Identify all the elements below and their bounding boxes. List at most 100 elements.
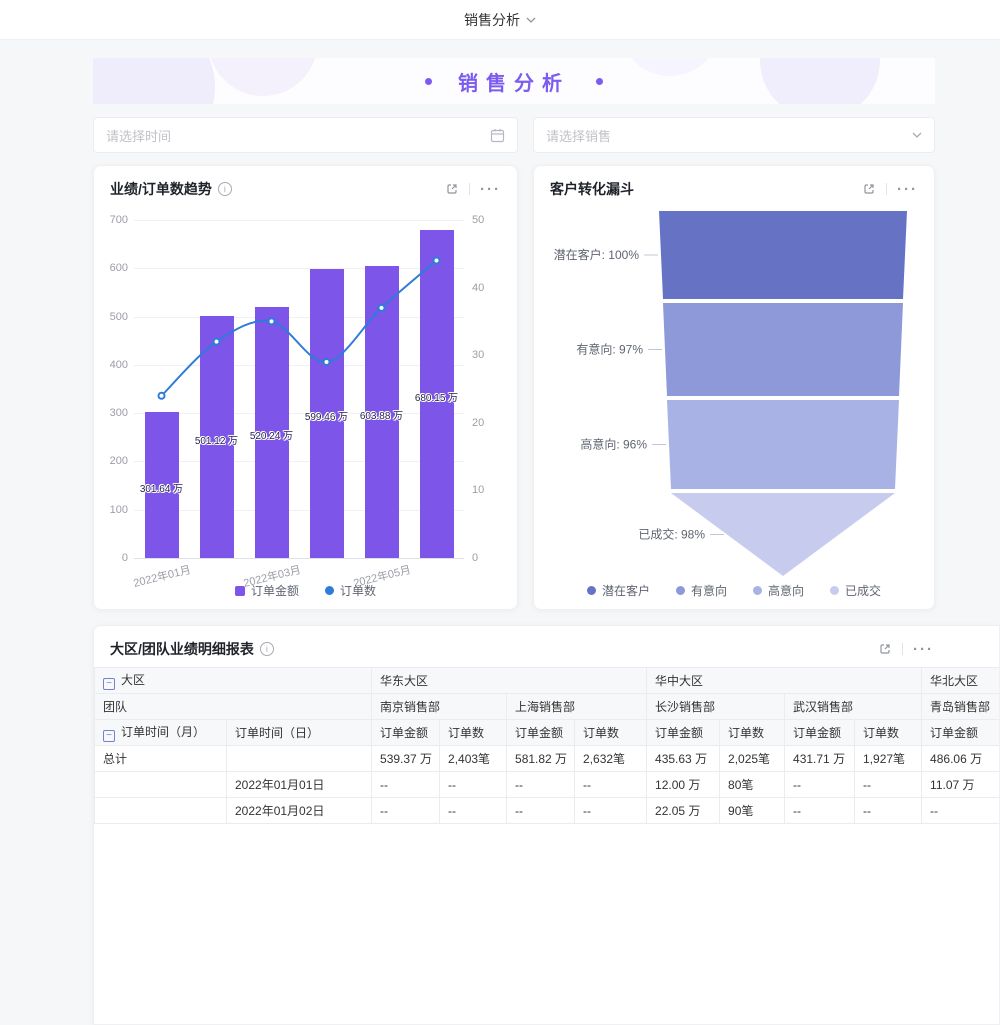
table-row: 2022年01月02日--------22.05 万90笔------ [95,798,1000,824]
y-axis-label: 100 [96,504,128,516]
team-header-cell: 武汉销售部 [785,694,922,720]
line-point[interactable] [324,359,330,365]
table-card-title: 大区/团队业绩明细报表 i [110,639,274,659]
banner-decoration [620,58,720,76]
legend-marker [753,586,762,595]
divider [469,183,470,195]
line-point[interactable] [434,258,440,264]
card-actions: ··· [878,642,934,657]
metric-header-cell: 订单数 [440,720,507,746]
legend-item[interactable]: 订单金额 [235,582,299,599]
pivot-table: −大区华东大区华中大区华北大区团队南京销售部上海销售部长沙销售部武汉销售部青岛销… [94,667,1000,824]
info-icon[interactable]: i [218,182,232,196]
legend-label: 高意向 [768,582,804,599]
topbar-title: 销售分析 [464,10,520,30]
trend-title-text: 业绩/订单数趋势 [110,179,212,199]
month-cell: 总计 [95,746,227,772]
line-point[interactable] [379,305,385,311]
day-column-header: 订单时间（日） [227,720,372,746]
metric-header-cell: 订单数 [855,720,922,746]
line-point[interactable] [269,318,275,324]
bar-value-label: 603.88 万 [360,407,403,422]
funnel-title-text: 客户转化漏斗 [550,179,634,199]
legend-label: 潜在客户 [602,582,650,599]
funnel-stage-label: 高意向: 96% [580,437,647,452]
value-cell: 539.37 万 [372,746,440,772]
region-header-cell: 华东大区 [372,668,647,694]
table-title-text: 大区/团队业绩明细报表 [110,639,254,659]
funnel-svg: 潜在客户: 100%有意向: 97%高意向: 96%已成交: 98% [534,206,936,581]
team-header-cell: 南京销售部 [372,694,507,720]
trend-line[interactable] [162,261,437,396]
value-cell: -- [507,798,575,824]
time-filter-placeholder: 请选择时间 [106,126,171,145]
banner-decoration [760,58,880,104]
more-menu-icon[interactable]: ··· [480,182,501,197]
sales-filter-placeholder: 请选择销售 [546,126,611,145]
bar-value-label: 301.64 万 [140,480,183,495]
value-cell: 80笔 [720,772,785,798]
value-cell: 2,403笔 [440,746,507,772]
collapse-icon[interactable]: − [103,678,115,690]
day-cell: 2022年01月02日 [227,798,372,824]
export-icon[interactable] [878,642,892,656]
value-cell: -- [575,772,647,798]
value-cell: 12.00 万 [647,772,720,798]
legend-item[interactable]: 高意向 [753,582,804,599]
more-menu-icon[interactable]: ··· [913,642,934,657]
card-actions: ··· [445,182,501,197]
title-dot [596,78,603,85]
line-point[interactable] [214,339,220,345]
legend-item[interactable]: 订单数 [325,582,376,599]
dashboard-switcher[interactable]: 销售分析 [464,10,536,30]
bar-value-label: 520.24 万 [250,427,293,442]
funnel-stage[interactable] [659,211,907,299]
metric-header-cell: 订单金额 [372,720,440,746]
y-axis-label: 0 [96,552,128,564]
more-menu-icon[interactable]: ··· [897,182,918,197]
funnel-stage[interactable] [667,400,899,489]
month-column-header: −订单时间（月） [95,720,227,746]
line-point[interactable] [159,393,165,399]
secondary-y-axis-label: 30 [472,349,512,361]
legend-item[interactable]: 已成交 [830,582,881,599]
value-cell: -- [922,798,1000,824]
legend-label: 有意向 [691,582,727,599]
bar-value-label: 599.46 万 [305,408,348,423]
funnel-stage[interactable] [663,303,903,396]
banner-title: 销售分析 [425,67,603,96]
region-header-cell: 华中大区 [647,668,922,694]
banner-title-text: 销售分析 [458,67,570,96]
legend-marker [325,586,334,595]
value-cell: -- [440,772,507,798]
y-axis-label: 400 [96,359,128,371]
chevron-down-icon [912,132,922,138]
banner-decoration [93,58,215,104]
legend-item[interactable]: 潜在客户 [587,582,650,599]
funnel-stage-label: 已成交: 98% [638,527,705,542]
info-icon[interactable]: i [260,642,274,656]
legend-marker [676,586,685,595]
value-cell: -- [785,772,855,798]
value-cell: 581.82 万 [507,746,575,772]
funnel-card: 客户转化漏斗 ··· 潜在客户: 100%有意向: 97%高意向: 96%已成交… [533,165,935,610]
bar-value-label: 501.12 万 [195,432,238,447]
trend-card-title: 业绩/订单数趋势 i [110,179,232,199]
month-cell [95,798,227,824]
trend-chart: 301.64 万 501.12 万 520.24 万 599.46 万 603.88 万… [94,206,519,586]
legend-marker [830,586,839,595]
legend-item[interactable]: 有意向 [676,582,727,599]
value-cell: 435.63 万 [647,746,720,772]
legend-marker [235,586,245,596]
sales-filter[interactable]: 请选择销售 [533,117,935,153]
funnel-card-header: 客户转化漏斗 ··· [534,166,934,207]
value-cell: -- [785,798,855,824]
time-filter[interactable]: 请选择时间 [93,117,518,153]
legend-label: 订单金额 [251,582,299,599]
export-icon[interactable] [445,182,459,196]
secondary-y-axis-label: 50 [472,214,512,226]
export-icon[interactable] [862,182,876,196]
collapse-icon[interactable]: − [103,730,115,742]
metric-header-cell: 订单数 [720,720,785,746]
region-header-row: −大区华东大区华中大区华北大区 [95,668,1000,694]
